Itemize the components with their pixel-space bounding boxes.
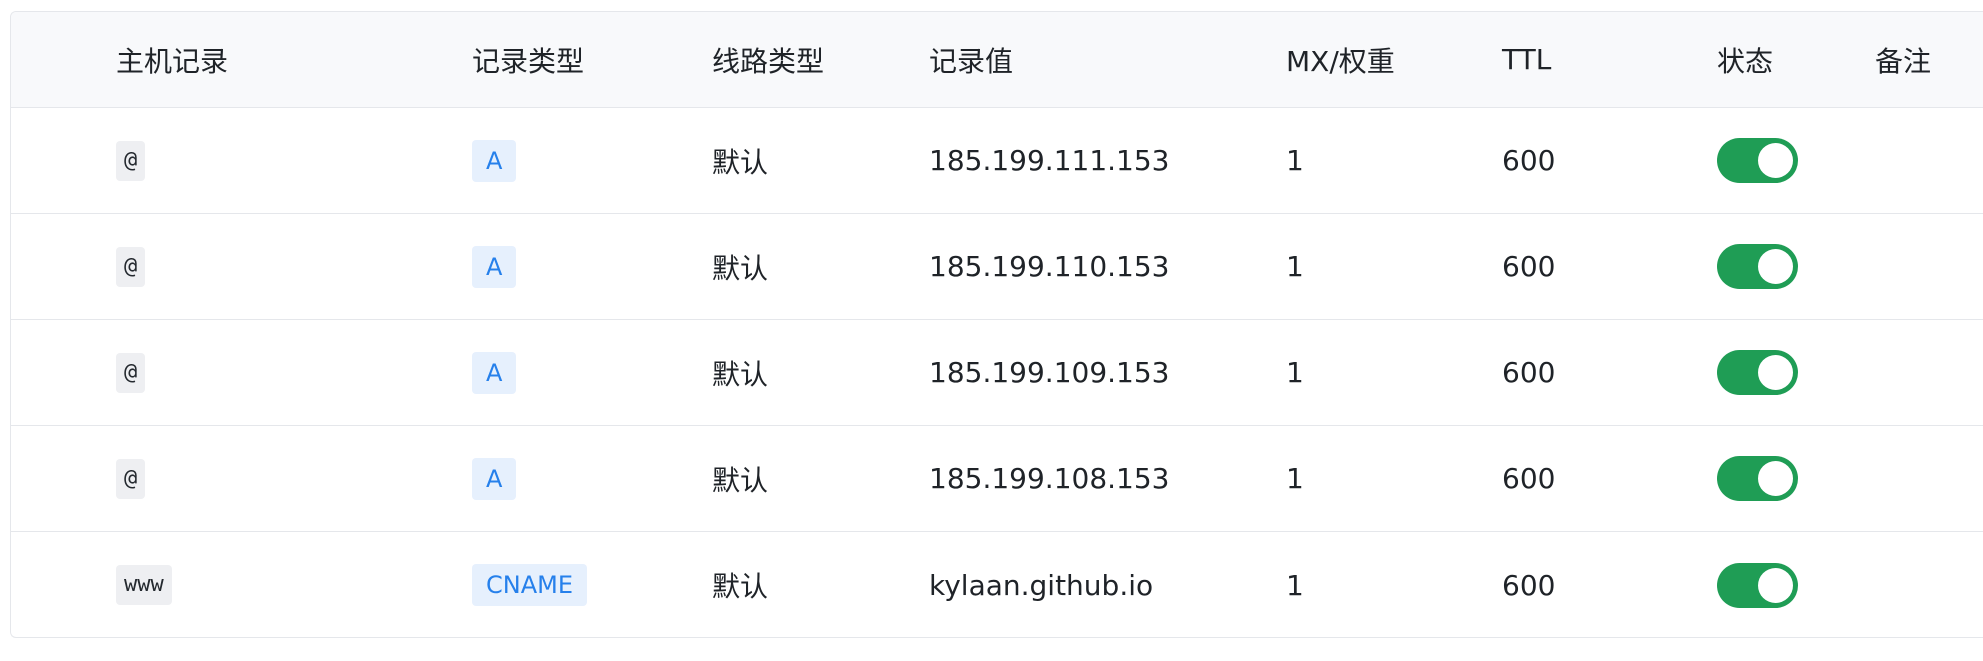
ttl-value: 600 — [1502, 356, 1556, 389]
record-value: 185.199.111.153 — [929, 144, 1170, 177]
record-type-badge: CNAME — [472, 564, 587, 606]
record-value: kylaan.github.io — [929, 568, 1154, 602]
toggle-knob — [1758, 567, 1793, 603]
record-type-badge: A — [472, 457, 517, 500]
table-row: www CNAME 默认 kylaan.github.io 1 600 — [11, 532, 1983, 637]
mx-weight: 1 — [1286, 568, 1304, 602]
status-toggle[interactable] — [1717, 456, 1798, 501]
ttl-value: 600 — [1502, 568, 1556, 602]
line-type: 默认 — [712, 145, 769, 179]
table-row: @ A 默认 185.199.108.153 1 600 — [11, 426, 1983, 532]
host-record: @ — [116, 458, 146, 499]
toggle-knob — [1758, 355, 1793, 390]
ttl-value: 600 — [1502, 144, 1556, 177]
ttl-value: 600 — [1502, 462, 1556, 495]
record-type-badge: A — [472, 139, 517, 182]
line-type: 默认 — [712, 251, 769, 285]
record-type-badge: A — [472, 245, 517, 288]
column-header-ttl: TTL — [1502, 43, 1552, 76]
column-header-line: 线路类型 — [712, 44, 825, 78]
host-record: @ — [116, 246, 146, 287]
toggle-knob — [1758, 461, 1793, 496]
mx-weight: 1 — [1286, 250, 1304, 283]
line-type: 默认 — [712, 463, 769, 497]
column-header-note: 备注 — [1875, 44, 1932, 78]
mx-weight: 1 — [1286, 144, 1304, 177]
status-toggle[interactable] — [1717, 350, 1798, 395]
toggle-knob — [1758, 249, 1793, 284]
record-type-badge: A — [472, 351, 517, 394]
status-toggle[interactable] — [1717, 244, 1798, 289]
record-value: 185.199.109.153 — [929, 356, 1170, 389]
toggle-knob — [1758, 143, 1793, 178]
record-value: 185.199.108.153 — [929, 462, 1170, 495]
dns-records-table: 主机记录 记录类型 线路类型 记录值 MX/权重 TTL 状态 备注 @ A 默… — [10, 11, 1983, 638]
column-header-value: 记录值 — [929, 44, 1014, 78]
line-type: 默认 — [712, 570, 769, 603]
host-record: www — [116, 565, 172, 605]
mx-weight: 1 — [1286, 356, 1304, 389]
line-type: 默认 — [712, 357, 769, 391]
status-toggle[interactable] — [1717, 562, 1798, 608]
table-header: 主机记录 记录类型 线路类型 记录值 MX/权重 TTL 状态 备注 — [11, 12, 1983, 108]
column-header-host: 主机记录 — [116, 44, 229, 78]
column-header-status: 状态 — [1717, 44, 1774, 78]
column-header-type: 记录类型 — [472, 44, 585, 78]
host-record: @ — [116, 352, 146, 393]
table-row: @ A 默认 185.199.109.153 1 600 — [11, 320, 1983, 426]
column-header-mx: MX/权重 — [1286, 44, 1395, 78]
mx-weight: 1 — [1286, 462, 1304, 495]
record-value: 185.199.110.153 — [929, 250, 1170, 283]
status-toggle[interactable] — [1717, 138, 1798, 183]
table-row: @ A 默认 185.199.110.153 1 600 — [11, 214, 1983, 320]
table-row: @ A 默认 185.199.111.153 1 600 — [11, 108, 1983, 214]
host-record: @ — [116, 140, 146, 181]
ttl-value: 600 — [1502, 250, 1556, 283]
